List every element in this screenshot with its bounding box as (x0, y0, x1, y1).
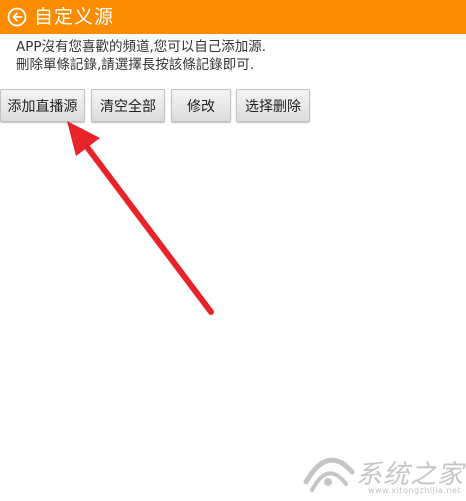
back-arrow-circle-icon (7, 7, 27, 27)
red-arrow-icon (67, 121, 214, 315)
modify-button[interactable]: 修改 (171, 89, 231, 122)
hint-text: APP沒有您喜歡的頻道,您可以自己添加源. 刪除單條記錄,請選擇長按該條記錄即可… (16, 38, 456, 74)
clear-all-button[interactable]: 清空全部 (91, 89, 165, 122)
back-button[interactable] (6, 6, 28, 28)
hint-line-1: APP沒有您喜歡的頻道,您可以自己添加源. (16, 39, 267, 55)
title-bar: 自定义源 (0, 0, 466, 34)
action-button-row: 添加直播源 清空全部 修改 选择删除 (0, 89, 466, 123)
watermark: 系统之家 www.xitongzhijia.net (298, 442, 463, 498)
add-live-source-button[interactable]: 添加直播源 (0, 89, 85, 122)
watermark-url: www.xitongzhijia.net (368, 486, 462, 495)
watermark-logo-icon (303, 457, 355, 492)
select-delete-button[interactable]: 选择删除 (236, 89, 310, 122)
hint-line-2: 刪除單條記錄,請選擇長按該條記錄即可. (16, 57, 255, 73)
page-title: 自定义源 (34, 6, 115, 28)
